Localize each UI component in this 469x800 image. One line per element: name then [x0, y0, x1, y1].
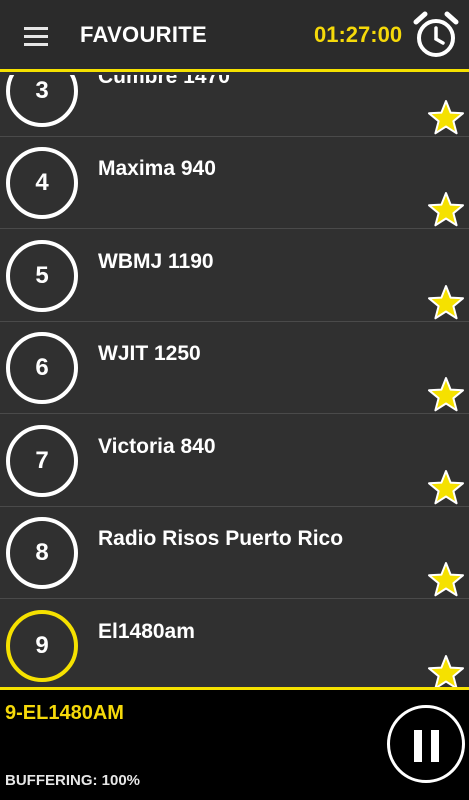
- station-number-badge: 8: [6, 517, 78, 589]
- station-name: Victoria 840: [98, 435, 216, 458]
- station-row[interactable]: 7 Victoria 840: [0, 415, 469, 507]
- station-name: Radio Risos Puerto Rico: [98, 527, 344, 550]
- star-icon[interactable]: [427, 469, 465, 507]
- station-number-badge: 3: [6, 75, 78, 127]
- station-name: El1480am: [98, 620, 195, 643]
- pause-icon[interactable]: [387, 705, 465, 783]
- player-bar: 9-EL1480AM BUFFERING: 100%: [0, 687, 469, 800]
- top-app-bar: FAVOURITE 01:27:00: [0, 0, 469, 72]
- station-row[interactable]: 9 El1480am: [0, 600, 469, 687]
- station-number-badge: 6: [6, 332, 78, 404]
- star-icon[interactable]: [427, 191, 465, 229]
- station-name: WJIT 1250: [98, 342, 201, 365]
- station-row[interactable]: 3 Cumbre 1470: [0, 75, 469, 137]
- station-row[interactable]: 6 WJIT 1250: [0, 322, 469, 414]
- now-playing-title: 9-EL1480AM: [5, 702, 124, 724]
- star-icon[interactable]: [427, 99, 465, 137]
- alarm-clock-icon[interactable]: [412, 10, 460, 60]
- star-icon[interactable]: [427, 654, 465, 687]
- buffering-status: BUFFERING: 100%: [5, 772, 141, 789]
- star-icon[interactable]: [427, 561, 465, 599]
- sleep-timer-readout: 01:27:00: [314, 22, 403, 47]
- station-number-badge: 4: [6, 147, 78, 219]
- page-title: FAVOURITE: [80, 22, 207, 47]
- star-icon[interactable]: [427, 376, 465, 414]
- station-name: Cumbre 1470: [98, 75, 230, 88]
- station-row[interactable]: 4 Maxima 940: [0, 137, 469, 229]
- station-row[interactable]: 8 Radio Risos Puerto Rico: [0, 507, 469, 599]
- station-name: Maxima 940: [98, 157, 216, 180]
- station-list: 3 Cumbre 1470 4 Maxima 940 5 WBMJ 1190 6…: [0, 75, 469, 687]
- station-number-badge: 7: [6, 425, 78, 497]
- station-number-badge: 9: [6, 610, 78, 682]
- menu-icon[interactable]: [18, 22, 56, 50]
- station-name: WBMJ 1190: [98, 250, 214, 273]
- star-icon[interactable]: [427, 284, 465, 322]
- station-number-badge: 5: [6, 240, 78, 312]
- station-row[interactable]: 5 WBMJ 1190: [0, 230, 469, 322]
